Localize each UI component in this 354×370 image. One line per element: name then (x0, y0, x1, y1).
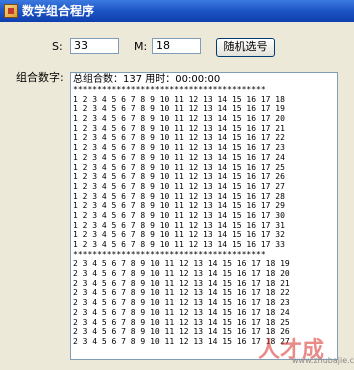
s-input[interactable]: 33 (70, 38, 119, 54)
combination-line: 2 3 4 5 6 7 8 9 10 11 12 13 14 15 16 17 … (73, 259, 290, 269)
combination-line: 1 2 3 4 5 6 7 8 9 10 11 12 13 14 15 16 1… (73, 240, 285, 249)
watermark-logo: 人才成 www.zhubajie.com (220, 316, 354, 370)
window-title: 数学组合程序 (22, 4, 95, 18)
combination-line: 1 2 3 4 5 6 7 8 9 10 11 12 13 14 15 16 1… (73, 94, 285, 104)
combination-line: 1 2 3 4 5 6 7 8 9 10 11 12 13 14 15 16 1… (73, 172, 285, 182)
app-window: 数学组合程序 S: 33 M: 18 随机选号 组合数字: 总组合数：137 用… (0, 0, 354, 370)
result-label: 组合数字: (16, 71, 64, 84)
combination-line: 1 2 3 4 5 6 7 8 9 10 11 12 13 14 15 16 1… (73, 152, 285, 162)
s-label: S: (52, 40, 63, 53)
combination-line: 1 2 3 4 5 6 7 8 9 10 11 12 13 14 15 16 1… (73, 162, 285, 172)
m-label: M: (134, 40, 148, 53)
combination-line: 1 2 3 4 5 6 7 8 9 10 11 12 13 14 15 16 1… (73, 133, 285, 143)
combination-group-1: 1 2 3 4 5 6 7 8 9 10 11 12 13 14 15 16 1… (73, 95, 335, 250)
combination-line: 2 3 4 5 6 7 8 9 10 11 12 13 14 15 16 17 … (73, 288, 290, 298)
combination-line: 1 2 3 4 5 6 7 8 9 10 11 12 13 14 15 16 1… (73, 201, 285, 211)
combination-line: 1 2 3 4 5 6 7 8 9 10 11 12 13 14 15 16 1… (73, 230, 285, 240)
combination-line: 1 2 3 4 5 6 7 8 9 10 11 12 13 14 15 16 1… (73, 123, 285, 133)
combination-line: 1 2 3 4 5 6 7 8 9 10 11 12 13 14 15 16 1… (73, 143, 285, 153)
combination-line: 1 2 3 4 5 6 7 8 9 10 11 12 13 14 15 16 1… (73, 220, 285, 230)
m-input[interactable]: 18 (152, 38, 201, 54)
result-summary: 总组合数：137 用时：00:00:00 (73, 74, 221, 85)
combination-line: 1 2 3 4 5 6 7 8 9 10 11 12 13 14 15 16 1… (73, 191, 285, 201)
watermark-url: www.zhubajie.com (292, 356, 354, 365)
title-bar[interactable]: 数学组合程序 (0, 0, 354, 22)
combination-line: 1 2 3 4 5 6 7 8 9 10 11 12 13 14 15 16 1… (73, 210, 285, 220)
separator-line: **************************************** (73, 249, 266, 259)
combination-line: 2 3 4 5 6 7 8 9 10 11 12 13 14 15 16 17 … (73, 269, 290, 279)
combination-line: 2 3 4 5 6 7 8 9 10 11 12 13 14 15 16 17 … (73, 278, 290, 288)
combination-line: 1 2 3 4 5 6 7 8 9 10 11 12 13 14 15 16 1… (73, 114, 285, 124)
combination-line: 1 2 3 4 5 6 7 8 9 10 11 12 13 14 15 16 1… (73, 181, 285, 191)
random-pick-button[interactable]: 随机选号 (216, 38, 275, 57)
combination-line: 1 2 3 4 5 6 7 8 9 10 11 12 13 14 15 16 1… (73, 104, 285, 114)
app-icon (4, 4, 18, 18)
result-content: 总组合数：137 用时：00:00:00 *******************… (71, 73, 337, 348)
separator-line: **************************************** (73, 85, 266, 94)
combination-line: 2 3 4 5 6 7 8 9 10 11 12 13 14 15 16 17 … (73, 298, 290, 308)
